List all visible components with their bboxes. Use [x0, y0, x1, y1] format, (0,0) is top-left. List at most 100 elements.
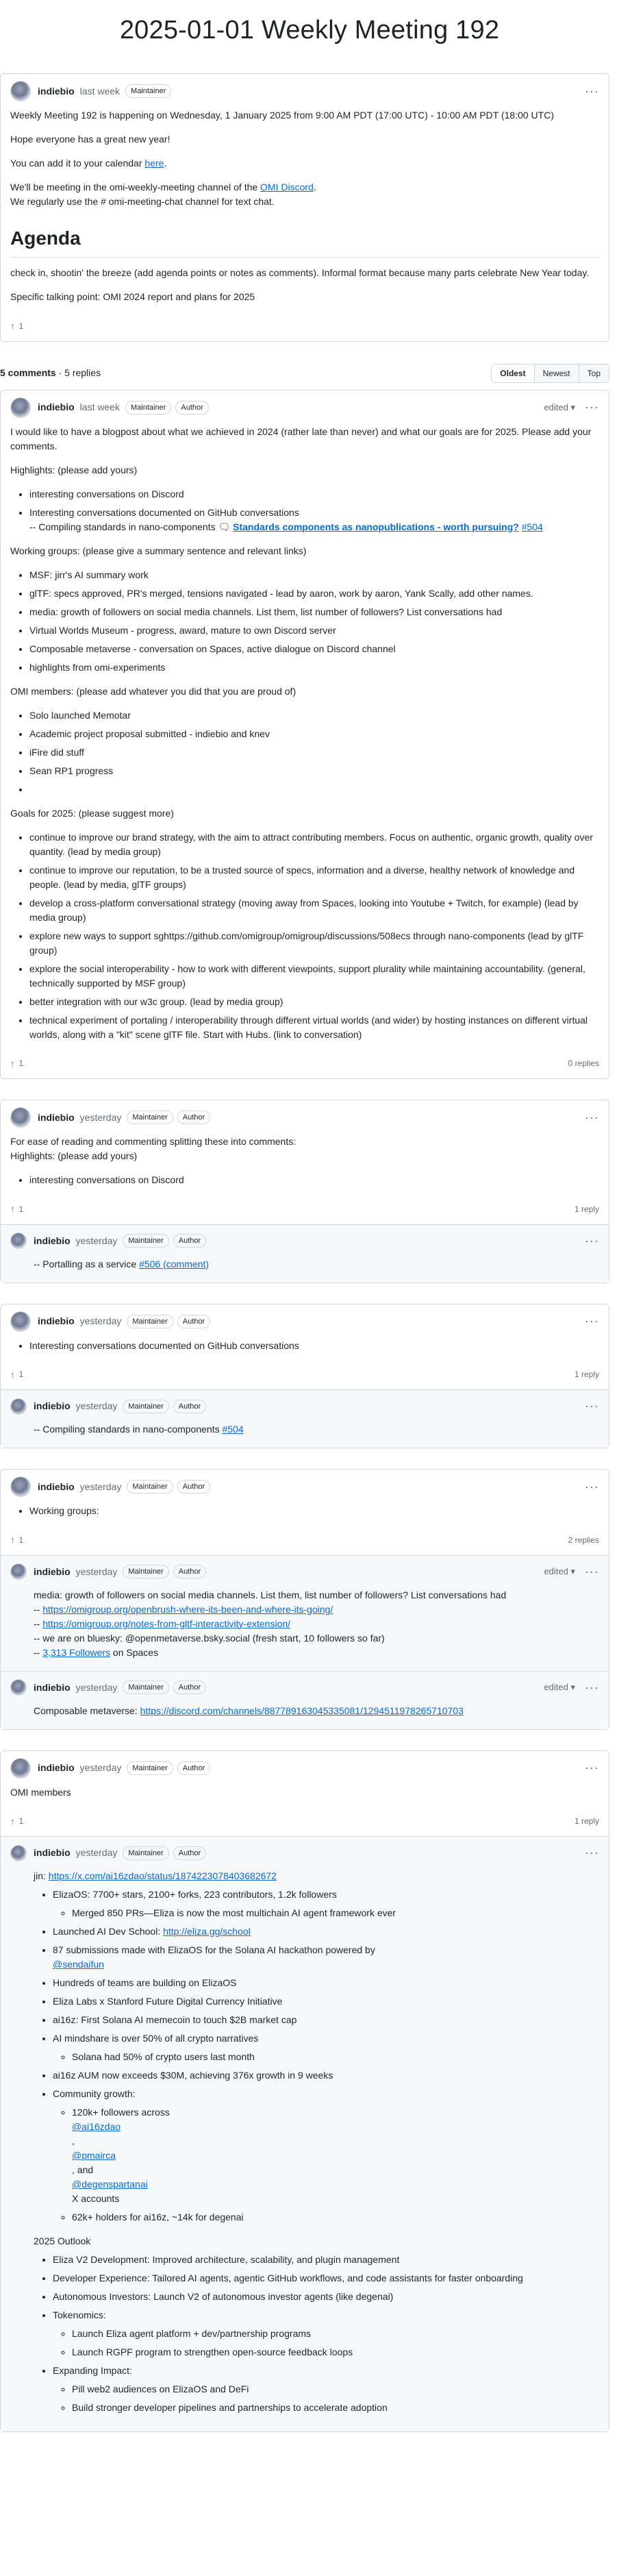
more-options-icon[interactable]: ··· [585, 1478, 599, 1496]
more-options-icon[interactable]: ··· [585, 1232, 599, 1250]
avatar[interactable] [10, 397, 31, 418]
upvote-button[interactable]: ↑ 1 [10, 319, 23, 333]
avatar[interactable] [10, 81, 31, 101]
author-name[interactable]: indiebio [38, 1761, 75, 1775]
timestamp[interactable]: yesterday [76, 1681, 118, 1695]
working-groups-list: MSF: jirr's AI summary work glTF: specs … [10, 568, 599, 675]
dev-school-link[interactable]: http://eliza.gg/school [163, 1926, 251, 1937]
issue-link[interactable]: #504 [222, 1424, 243, 1435]
comments-toolbar: 5 comments · 5 replies Oldest Newest Top [0, 363, 609, 383]
list-item: better integration with our w3c group. (… [29, 995, 599, 1009]
discord-link[interactable]: OMI Discord [260, 182, 314, 193]
author-badge: Author [173, 1565, 207, 1578]
avatar[interactable] [10, 1679, 27, 1696]
edited-dropdown[interactable]: edited ▾ [544, 1565, 575, 1578]
avatar[interactable] [10, 1563, 27, 1580]
list-item: interesting conversations on Discord [29, 1173, 599, 1187]
sort-top-button[interactable]: Top [578, 364, 609, 382]
sort-newest-button[interactable]: Newest [533, 364, 579, 382]
agenda-heading: Agenda [10, 224, 599, 258]
mention-link[interactable]: @degenspartanai [72, 2179, 148, 2190]
list-item: Launched AI Dev School: http://eliza.gg/… [53, 1924, 599, 1939]
list-item: 62k+ holders for ai16z, ~14k for degenai [72, 2210, 599, 2225]
list-item: Interesting conversations documented on … [29, 506, 599, 534]
comment-paragraph: I would like to have a blogpost about wh… [10, 425, 592, 451]
author-badge: Author [175, 400, 209, 414]
author-name[interactable]: indiebio [34, 1846, 71, 1860]
more-options-icon[interactable]: ··· [585, 1109, 599, 1127]
discussion-link[interactable]: Standards components as nanopublications… [233, 521, 519, 532]
more-options-icon[interactable]: ··· [585, 1312, 599, 1330]
more-options-icon[interactable]: ··· [585, 1844, 599, 1862]
author-name[interactable]: indiebio [38, 1480, 75, 1494]
avatar[interactable] [10, 1398, 27, 1415]
mention-link[interactable]: @ai16zdao [72, 2121, 121, 2132]
comment-link[interactable]: #506 (comment) [139, 1259, 209, 1270]
more-options-icon[interactable]: ··· [585, 1759, 599, 1777]
author-badge: Author [177, 1480, 211, 1494]
upvote-button[interactable]: ↑ 1 [10, 1815, 23, 1829]
author-name[interactable]: indiebio [34, 1565, 71, 1579]
list-item: Launch Eliza agent platform + dev/partne… [72, 2327, 599, 2341]
reply-header: indiebio yesterday Maintainer Author ··· [1, 1390, 609, 1420]
more-options-icon[interactable]: ··· [585, 398, 599, 417]
author-name[interactable]: indiebio [38, 1111, 75, 1125]
mention-link[interactable]: @sendaifun [53, 1959, 104, 1970]
reply: indiebio yesterday Maintainer Author ···… [1, 1225, 609, 1283]
timestamp[interactable]: yesterday [76, 1565, 118, 1579]
author-name[interactable]: indiebio [38, 84, 75, 99]
post-body: Weekly Meeting 192 is happening on Wedne… [1, 106, 609, 317]
tweet-link[interactable]: https://x.com/ai16zdao/status/1874223078… [49, 1870, 277, 1881]
comment-header: indiebio yesterday Maintainer Author ··· [1, 1751, 609, 1783]
more-options-icon[interactable]: ··· [585, 1563, 599, 1581]
more-options-icon[interactable]: ··· [585, 1679, 599, 1697]
edited-dropdown[interactable]: edited ▾ [544, 401, 575, 414]
issue-link[interactable]: #504 [522, 521, 543, 532]
replies-section: indiebio yesterday Maintainer Author edi… [1, 1555, 609, 1729]
timestamp[interactable]: yesterday [80, 1314, 122, 1328]
avatar[interactable] [10, 1476, 31, 1497]
upvote-button[interactable]: ↑ 1 [10, 1533, 23, 1547]
more-options-icon[interactable]: ··· [585, 82, 599, 101]
reply: indiebio yesterday Maintainer Author edi… [1, 1556, 609, 1671]
timestamp[interactable]: last week [80, 400, 120, 414]
discussion-page: 2025-01-01 Weekly Meeting 192 indiebio l… [0, 11, 619, 2460]
outlook-list: Eliza V2 Development: Improved architect… [34, 2253, 599, 2415]
blog-link[interactable]: https://omigroup.org/notes-from-gltf-int… [42, 1618, 290, 1629]
timestamp[interactable]: yesterday [76, 1846, 118, 1860]
arrow-up-icon: ↑ [10, 1369, 15, 1380]
edited-dropdown[interactable]: edited ▾ [544, 1681, 575, 1694]
blog-link[interactable]: https://omigroup.org/openbrush-where-its… [42, 1604, 333, 1615]
timestamp[interactable]: yesterday [80, 1111, 122, 1125]
avatar[interactable] [10, 1757, 31, 1779]
author-name[interactable]: indiebio [34, 1681, 71, 1695]
upvote-button[interactable]: ↑ 1 [10, 1057, 23, 1071]
timestamp[interactable]: yesterday [80, 1480, 122, 1494]
upvote-button[interactable]: ↑ 1 [10, 1368, 23, 1382]
avatar[interactable] [10, 1311, 31, 1332]
upvote-button[interactable]: ↑ 1 [10, 1202, 23, 1216]
author-name[interactable]: indiebio [38, 1314, 75, 1328]
timestamp[interactable]: yesterday [80, 1761, 122, 1775]
avatar[interactable] [10, 1107, 31, 1128]
list-item: explore new ways to support sghttps://gi… [29, 929, 599, 958]
sort-oldest-button[interactable]: Oldest [492, 364, 534, 382]
avatar[interactable] [10, 1844, 27, 1861]
author-name[interactable]: indiebio [34, 1399, 71, 1413]
section-label: OMI members: (please add whatever you di… [10, 685, 296, 697]
author-name[interactable]: indiebio [38, 400, 75, 414]
discord-channel-link[interactable]: https://discord.com/channels/88778916304… [140, 1705, 464, 1716]
spaces-followers-link[interactable]: 3,313 Followers [42, 1647, 110, 1658]
reply: indiebio yesterday Maintainer Author ···… [1, 1390, 609, 1448]
mention-link[interactable]: @pmairca [72, 2150, 116, 2161]
list-item: explore the social interoperability - ho… [29, 962, 599, 991]
comment: indiebio yesterday Maintainer Author ···… [0, 1750, 609, 2432]
calendar-link[interactable]: here [144, 158, 164, 169]
list-item: Eliza V2 Development: Improved architect… [53, 2253, 599, 2267]
timestamp[interactable]: yesterday [76, 1399, 118, 1413]
author-name[interactable]: indiebio [34, 1234, 71, 1248]
timestamp[interactable]: yesterday [76, 1234, 118, 1248]
timestamp[interactable]: last week [80, 84, 120, 99]
more-options-icon[interactable]: ··· [585, 1397, 599, 1415]
avatar[interactable] [10, 1233, 27, 1249]
